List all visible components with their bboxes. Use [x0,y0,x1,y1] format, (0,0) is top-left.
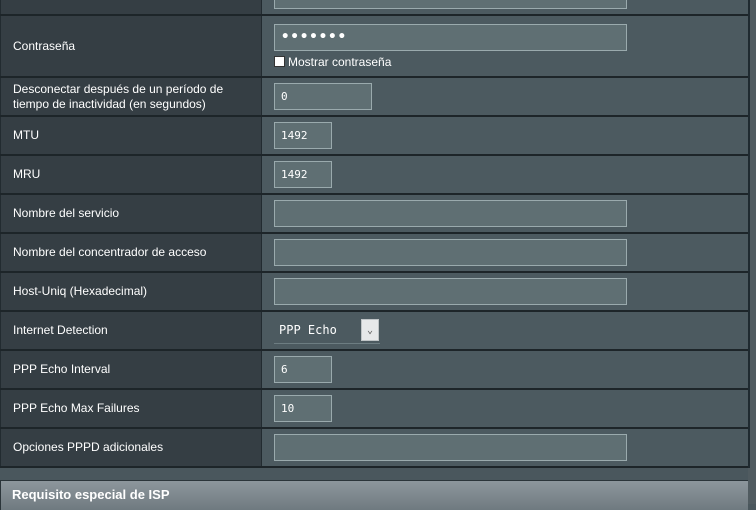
mru-input[interactable]: 1492 [274,161,332,188]
row-access-concentrator: Nombre del concentrador de acceso [0,234,748,273]
echo-max-failures-label: PPP Echo Max Failures [0,390,262,427]
internet-detection-selected: PPP Echo [279,323,337,337]
show-password-label[interactable]: Mostrar contraseña [288,55,391,69]
echo-interval-input[interactable]: 6 [274,356,332,383]
show-password-toggle[interactable]: Mostrar contraseña [274,55,391,69]
row-internet-detection: Internet Detection PPP Echo ⌄ [0,312,748,351]
row-mru: MRU 1492 [0,156,748,195]
password-input[interactable]: ••••••• [274,23,627,51]
mtu-input[interactable]: 1492 [274,122,332,149]
host-uniq-label: Host-Uniq (Hexadecimal) [0,273,262,310]
access-concentrator-input[interactable] [274,239,627,266]
access-concentrator-label: Nombre del concentrador de acceso [0,234,262,271]
username-input[interactable] [274,0,627,9]
username-label: Nombre de usuario [0,0,262,14]
pppd-options-label: Opciones PPPD adicionales [0,429,262,466]
row-service-name: Nombre del servicio [0,195,748,234]
pppoe-settings-table: Nombre de usuario Contraseña ••••••• Mos… [0,0,750,468]
mru-label: MRU [0,156,262,193]
internet-detection-select[interactable]: PPP Echo ⌄ [274,317,380,344]
echo-interval-label: PPP Echo Interval [0,351,262,388]
row-password: Contraseña ••••••• Mostrar contraseña [0,16,748,78]
service-name-label: Nombre del servicio [0,195,262,232]
service-name-input[interactable] [274,200,627,227]
internet-detection-label: Internet Detection [0,312,262,349]
password-label: Contraseña [0,16,262,76]
row-mtu: MTU 1492 [0,117,748,156]
section-header-isp: Requisito especial de ISP [0,480,748,510]
host-uniq-input[interactable] [274,278,627,305]
idle-disconnect-label: Desconectar después de un período de tie… [0,78,262,115]
row-idle-disconnect: Desconectar después de un período de tie… [0,78,748,117]
row-echo-max-failures: PPP Echo Max Failures 10 [0,390,748,429]
row-pppd-options: Opciones PPPD adicionales [0,429,748,468]
mtu-label: MTU [0,117,262,154]
idle-disconnect-input[interactable]: 0 [274,83,372,110]
show-password-checkbox[interactable] [274,56,285,67]
chevron-down-icon[interactable]: ⌄ [361,319,379,341]
row-username: Nombre de usuario [0,0,748,16]
pppd-options-input[interactable] [274,434,627,461]
row-host-uniq: Host-Uniq (Hexadecimal) [0,273,748,312]
echo-max-failures-input[interactable]: 10 [274,395,332,422]
row-echo-interval: PPP Echo Interval 6 [0,351,748,390]
